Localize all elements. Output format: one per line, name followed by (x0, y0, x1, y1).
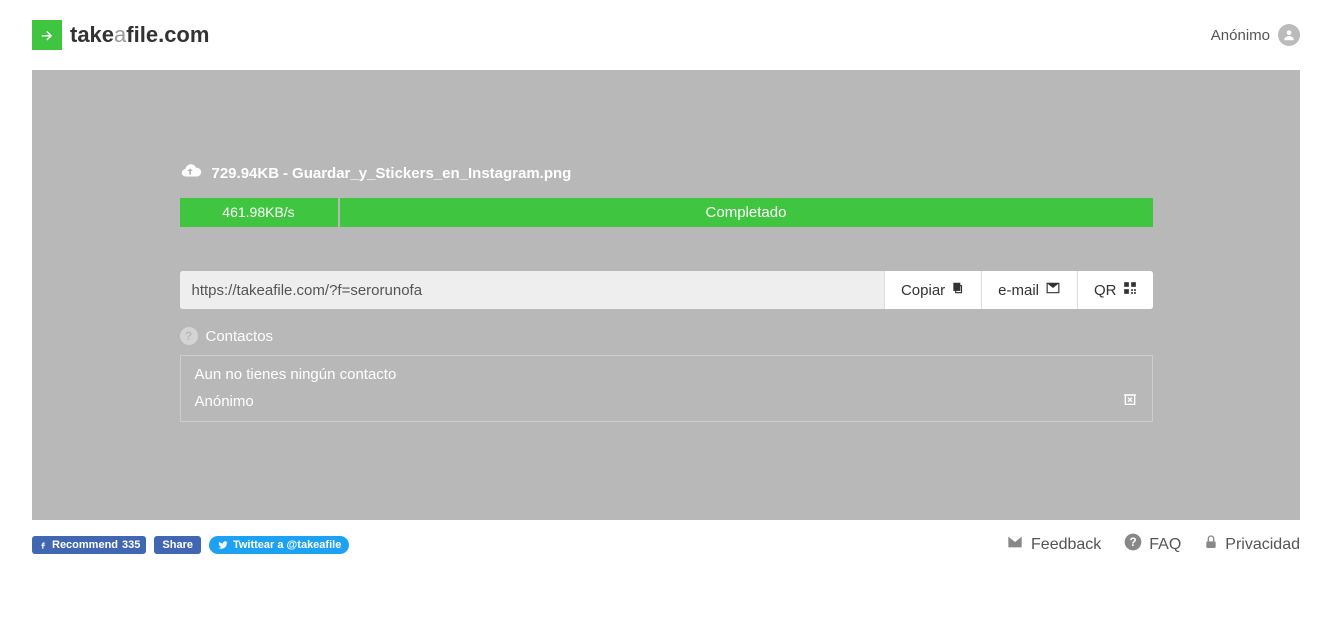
copy-label: Copiar (901, 282, 945, 299)
twitter-label: Twittear a @takeafile (233, 539, 341, 551)
cloud-upload-icon (180, 160, 202, 186)
faq-link[interactable]: ? FAQ (1123, 532, 1181, 557)
twitter-button[interactable]: Twittear a @takeafile (209, 536, 349, 554)
file-size: 729.94KB (212, 165, 280, 182)
logo-file: file.com (126, 22, 209, 47)
question-icon: ? (1123, 532, 1143, 557)
upload-speed: 461.98KB/s (180, 198, 338, 227)
privacy-link[interactable]: Privacidad (1203, 532, 1300, 557)
file-info-row: 729.94KB - Guardar_y_Stickers_en_Instagr… (180, 160, 1153, 186)
contacts-empty-message: Aun no tienes ningún contacto (195, 366, 1138, 383)
logo-text: takeafile.com (70, 22, 209, 48)
fb-recommend-button[interactable]: Recommend 335 (32, 536, 146, 554)
progress-bar: 461.98KB/s Completado (180, 198, 1153, 227)
share-row: Copiar e-mail QR (180, 271, 1153, 309)
fb-recommend-count: 335 (122, 539, 140, 551)
copy-icon (951, 281, 965, 299)
footer-links: Feedback ? FAQ Privacidad (1005, 532, 1300, 557)
email-label: e-mail (998, 282, 1039, 299)
feedback-label: Feedback (1031, 536, 1101, 554)
file-name: Guardar_y_Stickers_en_Instagram.png (292, 165, 571, 182)
feedback-link[interactable]: Feedback (1005, 534, 1101, 555)
footer: Recommend 335 Share Twittear a @takeafil… (0, 520, 1332, 569)
contacts-box: Aun no tienes ningún contacto Anónimo (180, 355, 1153, 422)
faq-label: FAQ (1149, 536, 1181, 554)
fb-recommend-label: Recommend (52, 539, 118, 551)
email-button[interactable]: e-mail (981, 271, 1077, 309)
logo-icon (32, 20, 62, 50)
user-menu[interactable]: Anónimo (1211, 24, 1300, 46)
qr-icon (1123, 281, 1137, 299)
svg-text:?: ? (1130, 536, 1137, 549)
share-url-input[interactable] (180, 271, 884, 309)
twitter-icon (217, 540, 229, 550)
main-area: 729.94KB - Guardar_y_Stickers_en_Instagr… (32, 70, 1300, 520)
contact-anon: Anónimo (195, 393, 254, 410)
help-icon[interactable]: ? (180, 327, 198, 345)
facebook-icon (38, 540, 48, 550)
fb-share-label: Share (162, 539, 193, 551)
envelope-icon (1045, 281, 1061, 299)
social-buttons: Recommend 335 Share Twittear a @takeafil… (32, 536, 349, 554)
privacy-label: Privacidad (1225, 536, 1300, 554)
contacts-label: Contactos (206, 328, 274, 345)
user-label: Anónimo (1211, 27, 1270, 44)
user-avatar-icon (1278, 24, 1300, 46)
mail-icon (1005, 534, 1025, 555)
fb-share-button[interactable]: Share (154, 536, 201, 554)
logo-a: a (114, 22, 126, 47)
logo-take: take (70, 22, 114, 47)
file-separator: - (283, 165, 288, 182)
copy-button[interactable]: Copiar (884, 271, 981, 309)
qr-label: QR (1094, 282, 1117, 299)
logo[interactable]: takeafile.com (32, 20, 209, 50)
trash-icon[interactable] (1122, 391, 1138, 411)
contacts-header: ? Contactos (180, 327, 1153, 345)
upload-status: Completado (340, 198, 1153, 227)
lock-icon (1203, 532, 1219, 557)
qr-button[interactable]: QR (1077, 271, 1153, 309)
header: takeafile.com Anónimo (0, 0, 1332, 70)
